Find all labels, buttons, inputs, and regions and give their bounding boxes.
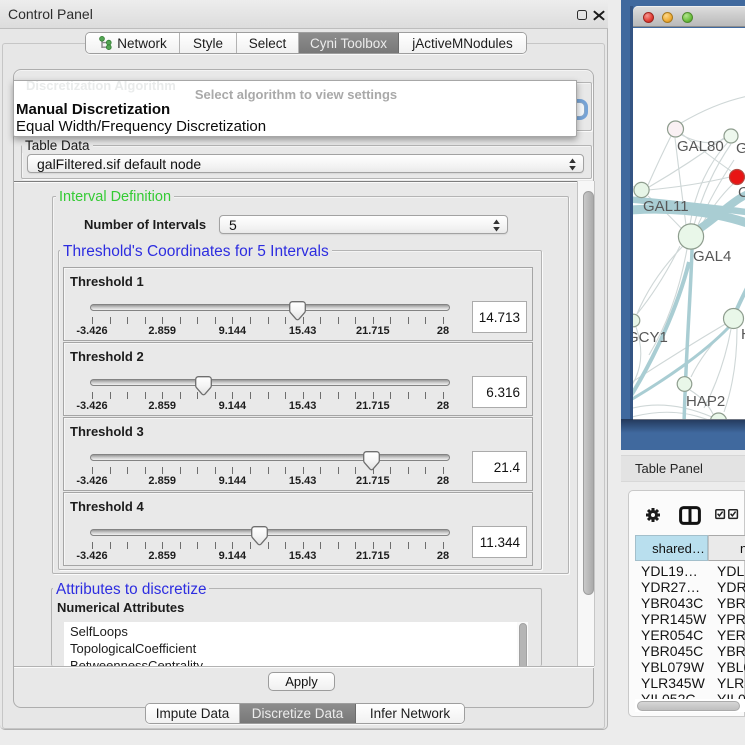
- svg-text:CDC: CDC: [738, 184, 745, 201]
- svg-text:GAL80: GAL80: [677, 138, 724, 155]
- svg-text:GAL11: GAL11: [643, 198, 689, 215]
- svg-text:HAP2: HAP2: [686, 393, 725, 410]
- svg-text:HAP: HAP: [741, 326, 745, 343]
- svg-text:GAL4: GAL4: [693, 248, 731, 265]
- svg-text:GCY1: GCY1: [633, 329, 668, 346]
- svg-text:GAL3: GAL3: [736, 140, 745, 157]
